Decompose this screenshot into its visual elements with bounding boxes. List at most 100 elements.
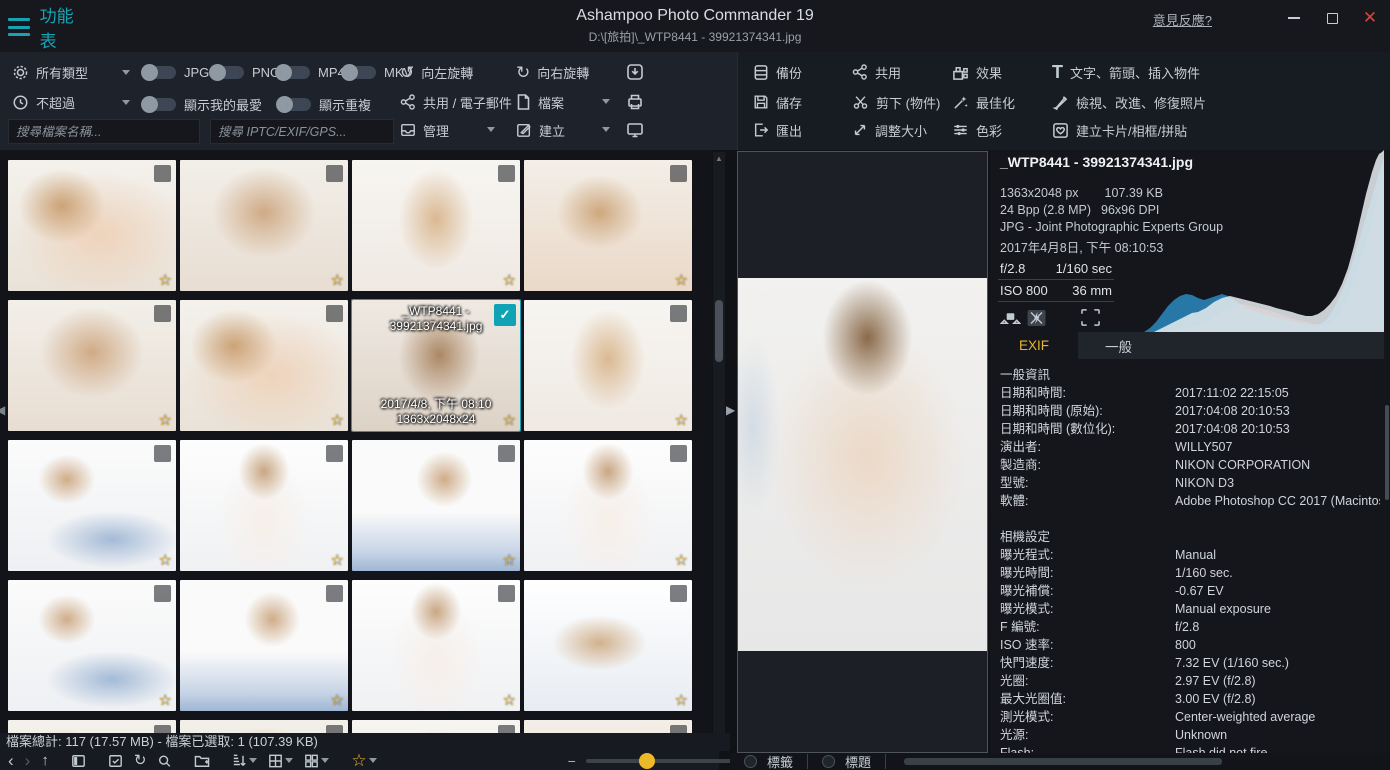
manage-menu-caret[interactable] — [487, 127, 495, 132]
print-button[interactable] — [626, 90, 644, 114]
thumbnail-checkbox[interactable] — [154, 165, 171, 182]
view-repair-button[interactable]: 檢視、改進、修復照片 — [1052, 90, 1206, 114]
thumbnail[interactable]: ☆ — [524, 300, 692, 431]
favorite-star-icon[interactable]: ☆ — [675, 271, 688, 289]
favorite-star-icon[interactable]: ☆ — [503, 691, 516, 709]
favorite-star-icon[interactable]: ☆ — [159, 411, 172, 429]
search-metadata-input[interactable] — [210, 119, 394, 144]
tab-general[interactable]: 一般 — [1078, 332, 1198, 359]
backup-button[interactable]: 備份 — [753, 60, 802, 84]
favorite-star-icon[interactable]: ☆ — [675, 411, 688, 429]
favorite-star-icon[interactable]: ☆ — [503, 551, 516, 569]
feedback-link[interactable]: 意見反應? — [1153, 10, 1212, 29]
thumbnail-checkbox[interactable] — [498, 585, 515, 602]
toggle-jpg[interactable]: JPG — [142, 65, 209, 80]
favorite-star-icon[interactable]: ☆ — [159, 691, 172, 709]
favorite-star-icon[interactable]: ☆ — [331, 271, 344, 289]
favorite-star-icon[interactable]: ☆ — [675, 691, 688, 709]
favorite-star-icon[interactable]: ☆ — [331, 691, 344, 709]
file-menu-caret[interactable] — [602, 99, 610, 104]
thumbnail-checkbox[interactable] — [326, 305, 343, 322]
refresh-button[interactable]: ↻ — [134, 753, 147, 768]
thumbnail-checkbox[interactable] — [670, 445, 687, 462]
forward-button[interactable]: › — [25, 752, 31, 769]
pdf-export-button[interactable] — [626, 60, 644, 84]
grid-scrollbar-thumb[interactable] — [715, 300, 723, 362]
thumbnail-selected[interactable]: ✓_WTP8441 -39921374341.jpg2017/4/8, 下午 0… — [352, 300, 520, 431]
thumbnail[interactable]: ☆ — [8, 580, 176, 711]
thumbnail-checkbox[interactable] — [154, 305, 171, 322]
close-button[interactable]: ✕ — [1358, 6, 1382, 30]
create-menu-caret[interactable] — [602, 127, 610, 132]
zoom-slider-track[interactable] — [586, 759, 746, 763]
info-scrollbar-thumb[interactable] — [1385, 405, 1389, 500]
save-button[interactable]: 儲存 — [753, 90, 802, 114]
type-filter-dropdown[interactable]: 所有類型 — [12, 60, 130, 84]
maximize-button[interactable] — [1320, 6, 1344, 30]
favorite-star-icon[interactable]: ☆ — [331, 551, 344, 569]
thumbnail[interactable]: ☆ — [180, 580, 348, 711]
effects-button[interactable]: 效果 — [952, 60, 1002, 84]
thumbnail-checkbox[interactable] — [154, 585, 171, 602]
age-filter-dropdown[interactable]: 不超過 — [12, 90, 130, 114]
zoom-search-button[interactable] — [157, 754, 172, 768]
sort-order-dropdown[interactable] — [232, 754, 257, 768]
thumbnail-checkbox[interactable] — [498, 445, 515, 462]
favorite-star-icon[interactable]: ☆ — [503, 411, 516, 429]
thumbnail-checkbox[interactable] — [326, 445, 343, 462]
manage-menu-button[interactable]: 管理 — [400, 118, 449, 142]
file-menu-button[interactable]: 檔案 — [516, 90, 564, 114]
color-button[interactable]: 色彩 — [952, 118, 1002, 142]
thumbnail-checkbox[interactable] — [670, 165, 687, 182]
toggle-show-duplicates[interactable]: 顯示重複 — [277, 95, 371, 114]
thumbnail[interactable]: ☆ — [524, 440, 692, 571]
thumbnail[interactable]: ☆ — [8, 440, 176, 571]
layout-view-dropdown[interactable] — [304, 754, 329, 768]
toggle-show-favorites[interactable]: 顯示我的最愛 — [142, 95, 262, 114]
up-folder-button[interactable]: ↑ — [41, 753, 49, 768]
favorite-star-icon[interactable]: ☆ — [159, 551, 172, 569]
thumbnail[interactable]: ☆ — [352, 580, 520, 711]
thumbnail[interactable]: ☆ — [180, 160, 348, 291]
minimize-button[interactable] — [1282, 6, 1306, 30]
tab-exif[interactable]: EXIF — [990, 332, 1078, 359]
favorite-star-icon[interactable]: ☆ — [331, 411, 344, 429]
thumbnail-checkbox[interactable] — [154, 445, 171, 462]
preview-size-slider[interactable] — [904, 758, 1222, 765]
new-folder-button[interactable] — [194, 754, 210, 768]
thumbnail-checkbox[interactable] — [326, 585, 343, 602]
toggle-mp4[interactable]: MP4 — [276, 65, 345, 80]
thumbnail[interactable]: ☆ — [524, 160, 692, 291]
preview-pane[interactable] — [737, 151, 988, 753]
thumbnail-checkbox[interactable] — [498, 165, 515, 182]
menu-button[interactable]: 功能表 — [8, 13, 82, 41]
thumbnail[interactable]: ☆ — [8, 160, 176, 291]
rotate-left-button[interactable]: ↺向左旋轉 — [400, 60, 473, 84]
thumbnail[interactable]: ☆ — [524, 580, 692, 711]
resize-button[interactable]: 調整大小 — [852, 118, 927, 142]
search-filename-input[interactable] — [8, 119, 200, 144]
title-toggle[interactable] — [822, 755, 835, 768]
grid-scrollbar[interactable]: ▲ — [713, 152, 725, 733]
create-menu-button[interactable]: 建立 — [516, 118, 565, 142]
optimize-button[interactable]: 最佳化 — [952, 90, 1015, 114]
expand-panel-handle[interactable]: ▶ — [726, 403, 735, 417]
thumbnail-checkbox[interactable] — [670, 305, 687, 322]
favorites-filter-dropdown[interactable]: ☆ — [351, 752, 376, 769]
favorite-star-icon[interactable]: ☆ — [159, 271, 172, 289]
thumbnail[interactable]: ☆ — [8, 300, 176, 431]
share-email-button[interactable]: 共用 / 電子郵件 — [400, 90, 512, 114]
thumbnail[interactable]: ☆ — [180, 440, 348, 571]
cut-objects-button[interactable]: 剪下 (物件) — [852, 90, 940, 114]
share-button[interactable]: 共用 — [852, 60, 901, 84]
zoom-out-button[interactable]: − — [568, 753, 576, 769]
collapse-left-panel-handle[interactable]: ◀ — [0, 403, 5, 417]
text-objects-button[interactable]: T 文字、箭頭、插入物件 — [1052, 60, 1200, 84]
thumbnail[interactable]: ☆ — [352, 440, 520, 571]
slideshow-button[interactable] — [626, 118, 644, 142]
select-mode-button[interactable] — [108, 754, 123, 768]
export-button[interactable]: 匯出 — [753, 118, 802, 142]
thumbnail[interactable]: ☆ — [180, 300, 348, 431]
tags-toggle[interactable] — [744, 755, 757, 768]
thumbnail-checkbox[interactable] — [326, 165, 343, 182]
